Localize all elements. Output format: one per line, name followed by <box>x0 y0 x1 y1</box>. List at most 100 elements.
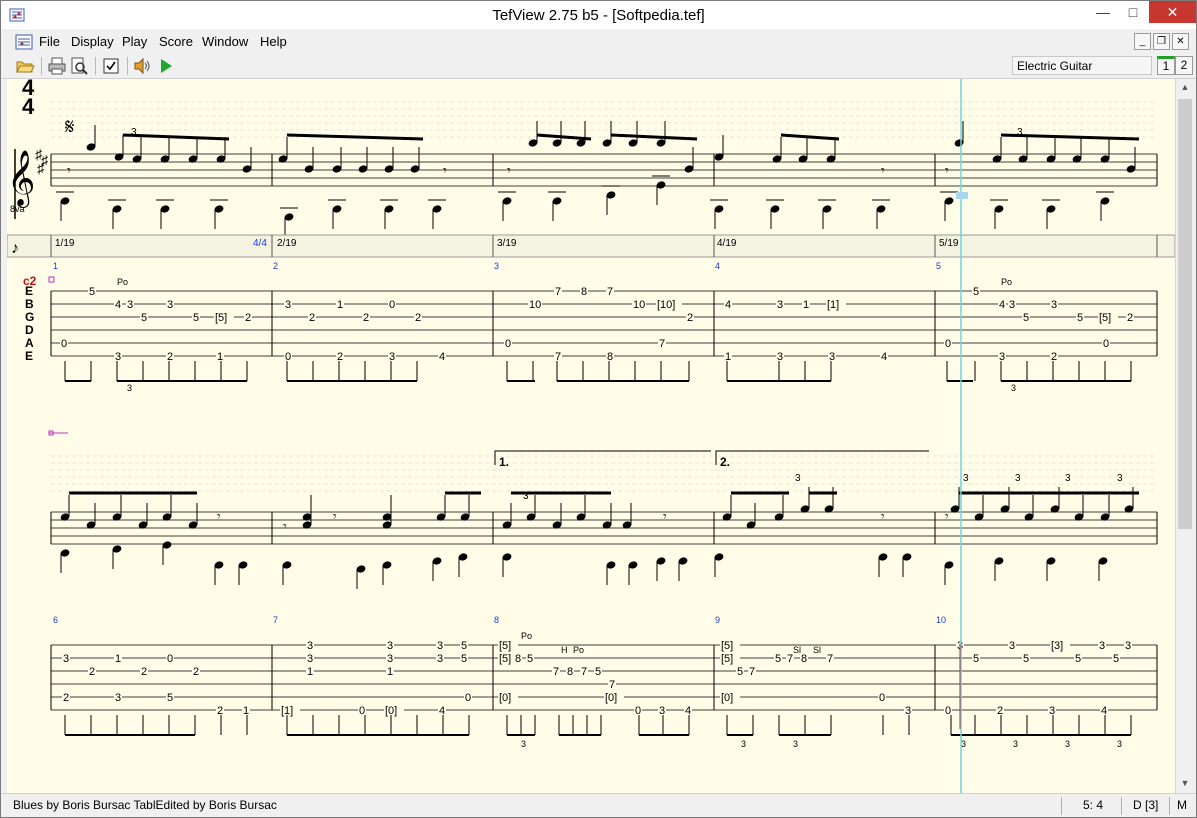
fret-number: 2 <box>217 705 223 717</box>
print-icon[interactable] <box>47 56 67 76</box>
fret-number: 3 <box>777 299 783 311</box>
menu-display[interactable]: Display <box>71 34 114 49</box>
fret-number: 7 <box>659 338 665 350</box>
fret-number: 8 <box>515 653 521 665</box>
scroll-thumb[interactable] <box>1178 99 1192 529</box>
fret-number: 1 <box>337 299 343 311</box>
fret-number: 3 <box>659 705 665 717</box>
fret-number: 2 <box>141 666 147 678</box>
mdi-close-icon[interactable]: ✕ <box>1172 33 1189 50</box>
open-folder-icon[interactable] <box>15 56 35 76</box>
rest-icon: 𝄾 <box>333 508 337 524</box>
fret-number: 4 <box>685 705 691 717</box>
fret-number: 4 <box>439 351 445 363</box>
track-button-1[interactable]: 1 <box>1157 56 1175 75</box>
fret-number: 0 <box>945 338 951 350</box>
rest-icon: 𝄾 <box>945 508 949 524</box>
fret-number: 2 <box>245 312 251 324</box>
close-icon[interactable]: ✕ <box>1149 1 1196 23</box>
fret-number: [5] <box>721 653 733 665</box>
fret-number: [0] <box>721 692 733 704</box>
fret-number: 0 <box>879 692 885 704</box>
document-icon[interactable] <box>15 34 33 50</box>
mdi-restore-icon[interactable]: ❐ <box>1153 33 1170 50</box>
beam <box>780 133 840 141</box>
instrument-selector[interactable]: Electric Guitar <box>1012 56 1152 75</box>
fret-number: 0 <box>1103 338 1109 350</box>
menu-window[interactable]: Window <box>202 34 248 49</box>
rest-icon: 𝄾 <box>945 162 949 178</box>
status-divider <box>1061 797 1062 815</box>
fret-number: 7 <box>581 666 587 678</box>
fret-number: 10 <box>529 299 541 311</box>
note-value-icon: ♪ <box>11 240 19 257</box>
speaker-icon[interactable] <box>132 56 152 76</box>
fret-number: 0 <box>945 705 951 717</box>
fret-number: [0] <box>605 692 617 704</box>
fret-number: 2 <box>363 312 369 324</box>
measure-number: 8 <box>494 615 499 625</box>
fret-number: 5 <box>167 692 173 704</box>
score-canvas[interactable]: 4 4 𝄞 8va ♯ ♯ ♯ 𝄋 𝄾 𝄾 𝄾 𝄾 𝄾3 3 ♪ 1/19 4/4 2/19 3… <box>7 79 1175 793</box>
triplet-label: 3 <box>1065 739 1070 749</box>
menu-score[interactable]: Score <box>159 34 193 49</box>
fret-number: [5] <box>499 653 511 665</box>
marker-square <box>48 276 55 283</box>
fret-number: 0 <box>389 299 395 311</box>
measure-number: 1 <box>53 261 58 271</box>
timeline-label: 2/19 <box>277 238 297 249</box>
standard-staff-2 <box>50 455 1158 545</box>
status-divider <box>1121 797 1122 815</box>
menu-play[interactable]: Play <box>122 34 147 49</box>
menu-help[interactable]: Help <box>260 34 287 49</box>
fret-number: [5] <box>499 640 511 652</box>
timeline-label: 1/19 <box>55 238 75 249</box>
slide-label: Sl <box>813 645 821 655</box>
menu-file[interactable]: File <box>39 34 60 49</box>
toolbar-separator <box>41 57 42 75</box>
volta-endings: 1. 2. <box>494 450 929 469</box>
fret-number: 0 <box>635 705 641 717</box>
minimize-icon[interactable]: — <box>1088 1 1118 23</box>
vertical-scrollbar[interactable]: ▲ ▼ <box>1175 79 1194 793</box>
mdi-minimize-icon[interactable]: _ <box>1134 33 1151 50</box>
scroll-up-icon[interactable]: ▲ <box>1176 79 1194 96</box>
fret-number: [5] <box>721 640 733 652</box>
fret-number: 3 <box>307 653 313 665</box>
play-icon[interactable] <box>156 56 176 76</box>
fret-number: 5 <box>1113 653 1119 665</box>
fret-number: 5 <box>1077 312 1083 324</box>
beam <box>122 133 230 141</box>
string-label-d: D <box>25 323 34 337</box>
track-button-2[interactable]: 2 <box>1175 56 1193 75</box>
scroll-down-icon[interactable]: ▼ <box>1176 775 1194 792</box>
triplet-label: 3 <box>521 739 526 749</box>
fret-number: 1 <box>725 351 731 363</box>
slide-label: Sl <box>793 645 801 655</box>
fret-number: 1 <box>243 705 249 717</box>
score-view[interactable]: 4 4 𝄞 8va ♯ ♯ ♯ 𝄋 𝄾 𝄾 𝄾 𝄾 𝄾 3 3 ♪ 1/19 4/4 2/19 3… <box>7 79 1175 793</box>
maximize-icon[interactable]: □ <box>1118 1 1148 23</box>
triplet-label: 3 <box>1117 473 1123 484</box>
fret-number: 2 <box>309 312 315 324</box>
app-window: TefView 2.75 b5 - [Softpedia.tef] — □ ✕ … <box>0 0 1197 818</box>
treble-clef-icon: 𝄞 <box>7 151 35 208</box>
fret-number: 7 <box>749 666 755 678</box>
status-divider <box>1169 797 1170 815</box>
hammer-label: H <box>561 645 568 655</box>
rest-icon: 𝄾 <box>881 508 885 524</box>
notes-system-1: 𝄾 𝄾 𝄾 𝄾 𝄾 3 3 <box>56 121 1140 237</box>
clef-octave-mark: 8va <box>10 204 25 214</box>
mode-readout: M <box>1177 798 1187 812</box>
timeline-bar[interactable] <box>7 234 1175 258</box>
print-preview-icon[interactable] <box>69 56 89 76</box>
fret-number: 3 <box>1009 640 1015 652</box>
fret-number: 3 <box>829 351 835 363</box>
timeline-label: 4/4 <box>253 238 267 249</box>
fret-number: 5 <box>973 653 979 665</box>
string-label-a: A <box>25 336 34 350</box>
fret-number: 1 <box>307 666 313 678</box>
fret-number: 0 <box>61 338 67 350</box>
checkbox-icon[interactable] <box>101 56 121 76</box>
fret-number: 3 <box>437 653 443 665</box>
